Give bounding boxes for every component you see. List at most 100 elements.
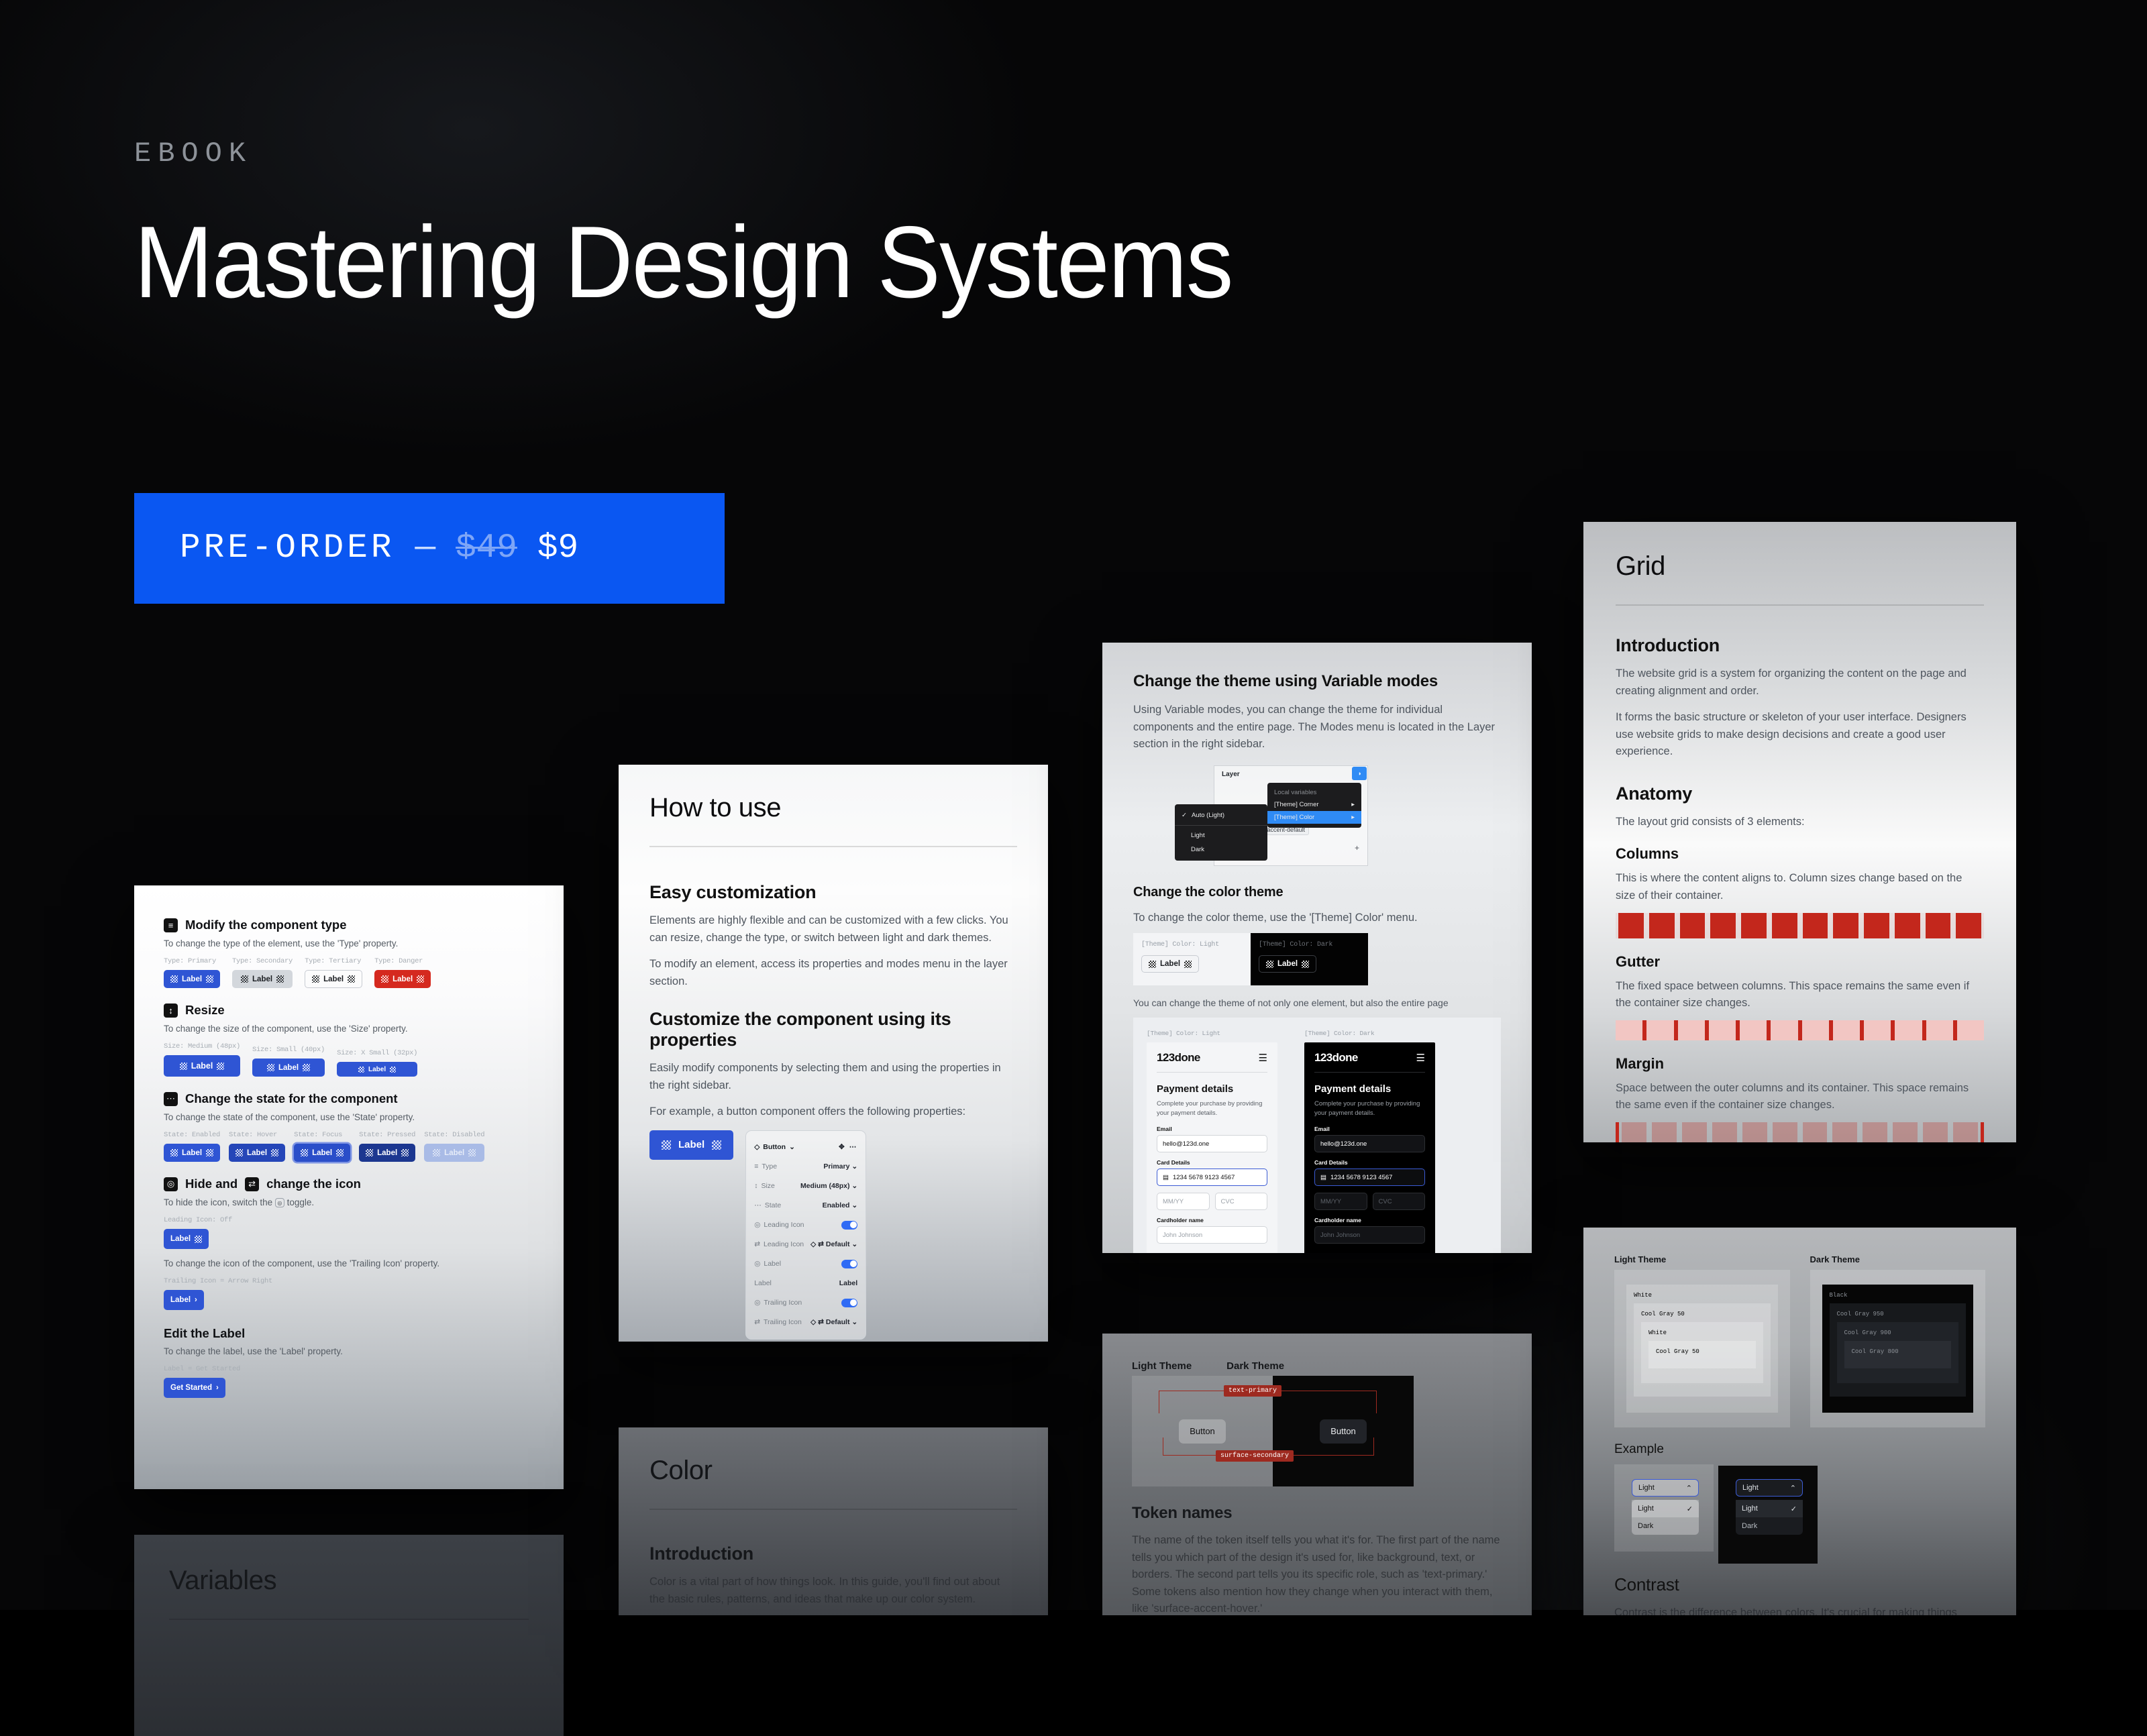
option-light[interactable]: Light ✓ xyxy=(1736,1500,1803,1517)
prop-row-label-toggle[interactable]: ◎ Label xyxy=(754,1254,858,1274)
label-button[interactable]: Label › xyxy=(164,1290,204,1311)
card-grid[interactable]: Grid Introduction The website grid is a … xyxy=(1583,522,2016,1142)
state-option: State: Focus Label xyxy=(294,1131,351,1162)
local-variables-menu[interactable]: Local variables [Theme] Corner ▸ [Theme] … xyxy=(1267,782,1361,828)
move-icon[interactable]: ✥ xyxy=(839,1143,846,1151)
prop-row-leading-icon-swap[interactable]: ⇄ Leading Icon ◇ ⇄ Default ⌄ xyxy=(754,1235,857,1254)
divider xyxy=(1157,1071,1267,1073)
state-option: State: Pressed Label xyxy=(359,1131,415,1162)
cvc-field[interactable]: CVC xyxy=(1214,1193,1267,1211)
prop-row-leading-icon-toggle[interactable]: ◎ Leading Icon xyxy=(754,1215,858,1235)
select-light[interactable]: Light ⌃ Light ✓ Dark xyxy=(1632,1479,1699,1535)
menu-item-color[interactable]: [Theme] Color ▸ xyxy=(1267,810,1361,824)
card-number-field[interactable]: ▤ 1234 5678 9123 4567 xyxy=(1314,1169,1425,1187)
grid-column xyxy=(1894,912,1920,938)
select-dark[interactable]: Light ⌃ Light ✓ Dark xyxy=(1736,1479,1803,1535)
label-button[interactable]: Label xyxy=(252,1059,325,1077)
label-button[interactable]: Label xyxy=(305,970,363,988)
cardholder-field[interactable]: John Johnson xyxy=(1157,1226,1267,1244)
preview-label-button[interactable]: Label xyxy=(649,1130,734,1160)
section-paragraph: To modify an element, access its propert… xyxy=(649,958,1008,987)
card-token-names[interactable]: Light Theme Dark Theme Button Button tex… xyxy=(1102,1334,1532,1615)
modes-menu[interactable]: ✓ Auto (Light) Light Dark xyxy=(1175,804,1267,861)
label-button[interactable]: Label xyxy=(164,1144,221,1162)
section-paragraph: Elements are highly flexible and can be … xyxy=(649,914,1008,944)
hamburger-menu-icon[interactable]: ☰ xyxy=(1416,1052,1425,1064)
label-button[interactable]: Label xyxy=(164,1229,209,1250)
modes-icon[interactable]: ◑ xyxy=(1352,766,1367,780)
menu-item-corner[interactable]: [Theme] Corner ▸ xyxy=(1267,798,1361,811)
phone-caption: [Theme] Color: Dark xyxy=(1304,1029,1375,1037)
card-color[interactable]: Color Introduction Color is a vital part… xyxy=(619,1427,1048,1615)
cvc-field[interactable]: CVC xyxy=(1372,1193,1425,1211)
check-icon: ✓ xyxy=(1790,1505,1797,1513)
label-button[interactable]: Label xyxy=(1259,955,1317,973)
prop-value[interactable]: ◇ ⇄ Default ⌄ xyxy=(810,1240,857,1248)
card-paragraph: Using Variable modes, you can change the… xyxy=(1133,704,1496,751)
pre-order-button-content: PRE-ORDER — $49 $9 xyxy=(134,529,578,567)
label-button[interactable]: Label xyxy=(164,970,221,988)
label-button[interactable]: Label xyxy=(164,1055,241,1077)
email-field[interactable]: hello@123d.one xyxy=(1314,1135,1425,1153)
card-variables[interactable]: Variables xyxy=(134,1535,564,1736)
card-variable-modes[interactable]: Change the theme using Variable modes Us… xyxy=(1102,643,1532,1253)
option-dark[interactable]: Dark xyxy=(1632,1517,1699,1535)
option-light[interactable]: Light ✓ xyxy=(1632,1500,1699,1517)
cardholder-field[interactable]: John Johnson xyxy=(1314,1226,1425,1244)
divider xyxy=(169,1619,529,1620)
theme-select[interactable]: Light ⌃ xyxy=(1736,1479,1803,1497)
card-contrast[interactable]: Light Theme White Cool Gray 50 White Coo… xyxy=(1583,1228,2016,1615)
prop-row-trailing-icon-toggle[interactable]: ◎ Trailing Icon xyxy=(754,1293,858,1313)
option-caption: Type: Secondary xyxy=(232,957,293,965)
prop-value[interactable]: Primary ⌄ xyxy=(823,1162,857,1171)
more-icon[interactable]: ⋯ xyxy=(849,1143,858,1151)
toggle-switch[interactable] xyxy=(841,1298,858,1307)
prop-row-state[interactable]: ⋯ State Enabled ⌄ xyxy=(754,1196,857,1215)
button-light[interactable]: Button xyxy=(1179,1419,1226,1444)
card-how-to-use[interactable]: How to use Easy customization Elements a… xyxy=(619,765,1048,1342)
mode-auto[interactable]: ✓ Auto (Light) xyxy=(1175,808,1267,822)
mode-dark[interactable]: Dark xyxy=(1175,843,1267,857)
get-started-button[interactable]: Get Started › xyxy=(164,1378,225,1399)
hamburger-menu-icon[interactable]: ☰ xyxy=(1259,1052,1267,1064)
type-icon: ≡ xyxy=(164,918,178,932)
mode-light[interactable]: Light xyxy=(1175,828,1267,843)
prop-row-type[interactable]: ≡ Type Primary ⌄ xyxy=(754,1157,857,1177)
toggle-switch[interactable] xyxy=(841,1259,858,1268)
prop-value[interactable]: Medium (48px) ⌄ xyxy=(800,1182,857,1190)
option-dark[interactable]: Dark xyxy=(1736,1517,1803,1535)
theme-select[interactable]: Light ⌃ xyxy=(1632,1479,1699,1497)
layer-label: Layer xyxy=(1222,770,1240,778)
variable-modes-figure: Layer ◑ ...e/surface-accent-default oke … xyxy=(1133,763,1501,870)
theme-select-menu[interactable]: Light ✓ Dark xyxy=(1632,1500,1699,1535)
label-button[interactable]: Label xyxy=(294,1144,351,1162)
chevron-up-icon: ⌃ xyxy=(1789,1484,1796,1493)
properties-panel[interactable]: ◇ Button ⌄ ✥ ⋯ ≡ Type Primary ⌄ ↕ Size Mediu… xyxy=(745,1130,867,1340)
expiry-field[interactable]: MM/YY xyxy=(1314,1193,1367,1211)
theme-select-menu[interactable]: Light ✓ Dark xyxy=(1736,1500,1803,1535)
label-text-input[interactable]: Label xyxy=(839,1279,857,1287)
card-number-field[interactable]: ▤ 1234 5678 9123 4567 xyxy=(1157,1169,1267,1187)
prop-row-trailing-icon-swap[interactable]: ⇄ Trailing Icon ◇ ⇄ Default ⌄ xyxy=(754,1313,857,1332)
email-field[interactable]: hello@123d.one xyxy=(1157,1135,1267,1153)
pre-order-dash: — xyxy=(415,529,436,567)
label-button[interactable]: Label xyxy=(1141,955,1200,973)
expiry-field[interactable]: MM/YY xyxy=(1157,1193,1210,1211)
pre-order-button[interactable]: PRE-ORDER — $49 $9 xyxy=(134,493,725,604)
phone-title: Payment details xyxy=(1314,1083,1392,1095)
label-button[interactable]: Label xyxy=(374,970,431,988)
label-button[interactable]: Label xyxy=(229,1144,286,1162)
button-dark[interactable]: Button xyxy=(1320,1419,1367,1444)
label-button[interactable]: Label xyxy=(337,1062,418,1077)
prop-value[interactable]: ◇ ⇄ Default ⌄ xyxy=(810,1318,857,1326)
option-caption: State: Focus xyxy=(294,1131,343,1139)
prop-row-label-text[interactable]: Label Label xyxy=(754,1274,857,1293)
toggle-switch[interactable] xyxy=(841,1220,858,1230)
card-modify-component[interactable]: ≡ Modify the component type To change th… xyxy=(134,885,564,1489)
prop-value[interactable]: Enabled ⌄ xyxy=(823,1201,858,1209)
label-button[interactable]: Label xyxy=(232,970,293,988)
add-icon[interactable]: + xyxy=(1355,843,1359,853)
label-button[interactable]: Label xyxy=(359,1144,416,1162)
chevron-down-icon[interactable]: ⌄ xyxy=(789,1143,795,1151)
prop-row-size[interactable]: ↕ Size Medium (48px) ⌄ xyxy=(754,1177,857,1196)
